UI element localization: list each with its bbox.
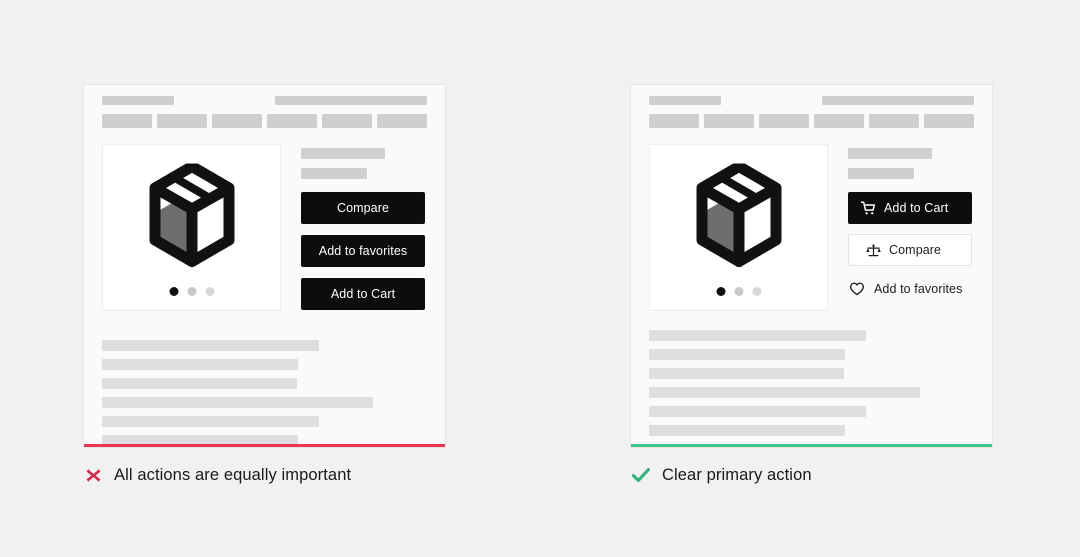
- text-line-placeholder: [649, 425, 845, 436]
- text-line-placeholder: [102, 397, 373, 408]
- utility-bar-placeholder: [275, 96, 427, 105]
- card-header-skeleton: [631, 85, 992, 128]
- status-accent-bar: [631, 444, 992, 447]
- product-title-placeholder: [848, 148, 932, 159]
- carousel-dot[interactable]: [734, 287, 743, 296]
- caption-bad: All actions are equally important: [83, 466, 446, 485]
- compare-button[interactable]: Compare: [848, 234, 972, 266]
- text-line-placeholder: [649, 330, 866, 341]
- carousel-dots[interactable]: [716, 287, 761, 296]
- example-good: Add to Cart Compare Add to favorites Cle…: [630, 84, 993, 485]
- add-to-cart-button[interactable]: Add to Cart: [848, 192, 972, 224]
- cross-icon: [85, 467, 102, 484]
- utility-bar-placeholder: [822, 96, 974, 105]
- logo-placeholder: [649, 96, 721, 105]
- check-icon: [632, 467, 650, 484]
- compare-button-label: Compare: [889, 243, 942, 257]
- nav-item-placeholder: [322, 114, 372, 128]
- nav-placeholder-row: [102, 114, 427, 128]
- nav-item-placeholder: [267, 114, 317, 128]
- product-price-placeholder: [848, 168, 914, 179]
- balance-scale-icon: [866, 243, 881, 258]
- product-actions: Add to Cart Compare Add to favorites: [828, 144, 984, 311]
- nav-placeholder-row: [649, 114, 974, 128]
- nav-item-placeholder: [377, 114, 427, 128]
- nav-item-placeholder: [759, 114, 809, 128]
- box-3d-icon: [691, 160, 787, 272]
- add-to-favorites-link[interactable]: Add to favorites: [848, 276, 984, 302]
- text-line-placeholder: [649, 406, 866, 417]
- add-to-favorites-button-label: Add to favorites: [318, 244, 408, 258]
- caption-text: Clear primary action: [662, 466, 812, 484]
- status-accent-bar: [84, 444, 445, 447]
- carousel-dot[interactable]: [205, 287, 214, 296]
- text-line-placeholder: [649, 368, 844, 379]
- text-line-placeholder: [102, 378, 297, 389]
- product-card-good: Add to Cart Compare Add to favorites: [630, 84, 993, 448]
- comparison-canvas: Compare Add to favorites Add to Cart All…: [0, 0, 1080, 557]
- box-3d-icon: [144, 160, 240, 272]
- nav-item-placeholder: [212, 114, 262, 128]
- text-line-placeholder: [102, 359, 298, 370]
- compare-button-label: Compare: [336, 201, 390, 215]
- action-button-stack-good: Add to Cart Compare Add to favorites: [848, 192, 984, 302]
- add-to-cart-button-label: Add to Cart: [330, 287, 396, 301]
- carousel-dot[interactable]: [187, 287, 196, 296]
- caption-text: All actions are equally important: [114, 466, 352, 484]
- product-title-placeholder: [301, 148, 385, 159]
- carousel-dot[interactable]: [752, 287, 761, 296]
- compare-button[interactable]: Compare: [301, 192, 425, 224]
- nav-item-placeholder: [924, 114, 974, 128]
- logo-placeholder: [102, 96, 174, 105]
- text-line-placeholder: [102, 416, 319, 427]
- nav-item-placeholder: [814, 114, 864, 128]
- shopping-cart-icon: [861, 201, 876, 216]
- action-button-stack-bad: Compare Add to favorites Add to Cart: [301, 192, 427, 310]
- example-bad: Compare Add to favorites Add to Cart All…: [83, 84, 446, 485]
- text-line-placeholder: [102, 340, 319, 351]
- carousel-dot-active[interactable]: [716, 287, 725, 296]
- heart-icon: [849, 281, 865, 297]
- carousel-dot-active[interactable]: [169, 287, 178, 296]
- card-header-skeleton: [84, 85, 445, 128]
- nav-item-placeholder: [869, 114, 919, 128]
- caption-good: Clear primary action: [630, 466, 993, 485]
- add-to-cart-button-label: Add to Cart: [884, 201, 949, 215]
- product-section: Compare Add to favorites Add to Cart: [84, 128, 445, 321]
- nav-item-placeholder: [704, 114, 754, 128]
- text-line-placeholder: [649, 349, 845, 360]
- header-top-row: [649, 96, 974, 105]
- product-card-bad: Compare Add to favorites Add to Cart: [83, 84, 446, 448]
- product-price-placeholder: [301, 168, 367, 179]
- description-skeleton: [631, 311, 992, 436]
- add-to-favorites-label: Add to favorites: [874, 282, 963, 296]
- product-meta-skeleton: [848, 148, 984, 179]
- description-skeleton: [84, 321, 445, 446]
- product-actions: Compare Add to favorites Add to Cart: [281, 144, 427, 321]
- product-gallery[interactable]: [649, 144, 828, 311]
- header-top-row: [102, 96, 427, 105]
- add-to-favorites-button[interactable]: Add to favorites: [301, 235, 425, 267]
- text-line-placeholder: [649, 387, 920, 398]
- carousel-dots[interactable]: [169, 287, 214, 296]
- nav-item-placeholder: [102, 114, 152, 128]
- product-meta-skeleton: [301, 148, 427, 179]
- nav-item-placeholder: [649, 114, 699, 128]
- nav-item-placeholder: [157, 114, 207, 128]
- product-section: Add to Cart Compare Add to favorites: [631, 128, 992, 311]
- product-gallery[interactable]: [102, 144, 281, 311]
- add-to-cart-button[interactable]: Add to Cart: [301, 278, 425, 310]
